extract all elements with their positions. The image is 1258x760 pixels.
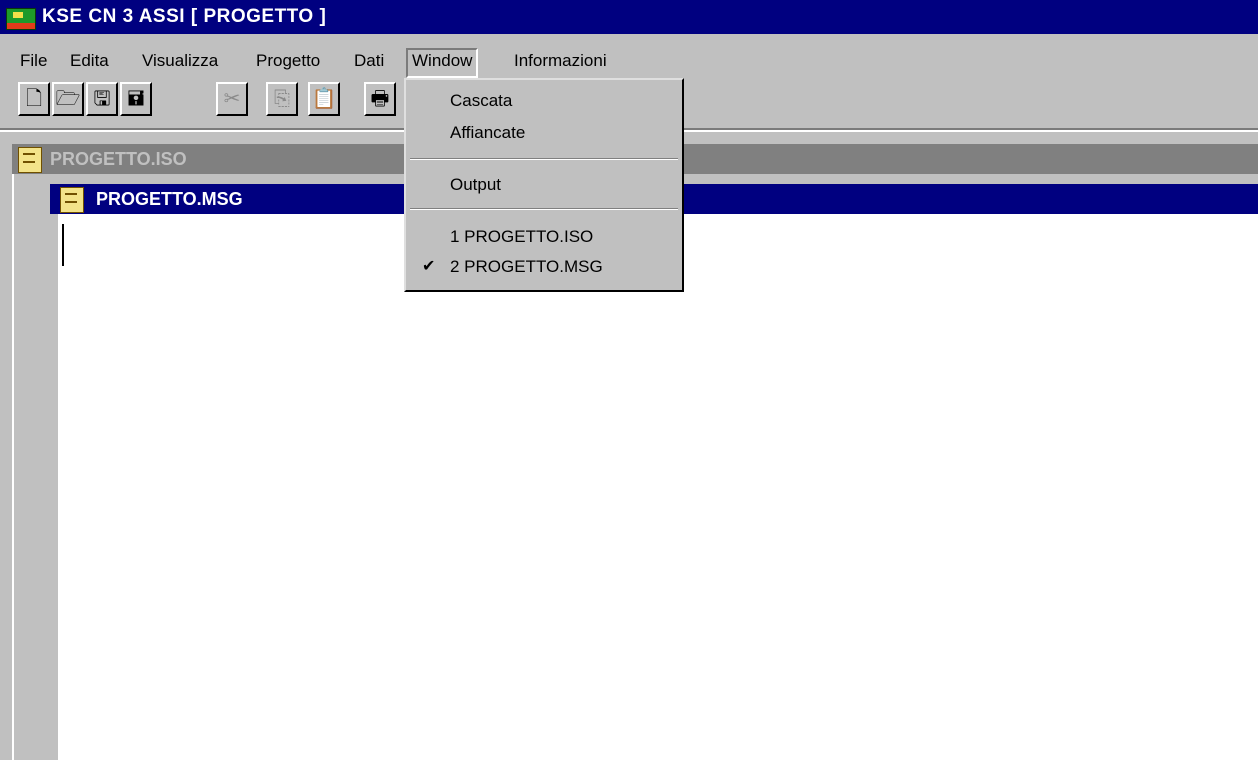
menu-visualizza[interactable]: Visualizza	[138, 48, 222, 74]
copy-icon: ⎘	[274, 88, 290, 110]
save-button[interactable]: 🖫	[86, 82, 118, 116]
menu-window[interactable]: Window	[406, 48, 479, 78]
iso-window-border	[12, 174, 14, 760]
menu-item-label: Cascata	[450, 91, 513, 110]
menu-separator	[410, 208, 678, 210]
new-document-icon: 🗋	[25, 88, 43, 110]
paste-button[interactable]: 📋	[308, 82, 340, 116]
open-folder-icon: 🗁	[55, 88, 81, 110]
menu-edita[interactable]: Edita	[66, 48, 113, 74]
menu-informazioni[interactable]: Informazioni	[510, 48, 611, 74]
print-icon: 🖶	[370, 88, 390, 110]
menu-item-output[interactable]: Output	[406, 170, 682, 200]
app-icon[interactable]	[6, 8, 36, 30]
msg-window-border	[50, 214, 58, 760]
print-button[interactable]: 🖶	[364, 82, 396, 116]
menu-item-cascata[interactable]: Cascata	[406, 86, 682, 116]
save-all-icon: 🖬	[127, 88, 145, 110]
menu-item-window-1[interactable]: 1 PROGETTO.ISO	[406, 222, 682, 252]
new-document-button[interactable]: 🗋	[18, 82, 50, 116]
window-menu-dropdown: Cascata Affiancate Output 1 PROGETTO.ISO…	[404, 78, 684, 292]
menu-item-label: 2 PROGETTO.MSG	[450, 257, 603, 276]
iso-window-title: PROGETTO.ISO	[50, 149, 187, 169]
menu-item-window-2[interactable]: ✔ 2 PROGETTO.MSG	[406, 252, 682, 282]
cut-button[interactable]: ✂	[216, 82, 248, 116]
document-icon[interactable]	[18, 147, 42, 173]
copy-button[interactable]: ⎘	[266, 82, 298, 116]
open-button[interactable]: 🗁	[52, 82, 84, 116]
menu-item-label: 1 PROGETTO.ISO	[450, 227, 594, 246]
checkmark-icon: ✔	[422, 258, 436, 275]
save-all-button[interactable]: 🖬	[120, 82, 152, 116]
menu-separator	[410, 158, 678, 160]
cut-icon: ✂	[223, 88, 241, 110]
menu-item-affiancate[interactable]: Affiancate	[406, 118, 682, 148]
document-icon[interactable]	[60, 187, 84, 213]
menu-dati[interactable]: Dati	[350, 48, 388, 74]
menu-progetto[interactable]: Progetto	[252, 48, 324, 74]
text-caret	[62, 224, 64, 266]
paste-icon: 📋	[311, 88, 337, 110]
menu-bar: File Edita Visualizza Progetto Dati Wind…	[0, 44, 1258, 78]
menu-file[interactable]: File	[16, 48, 51, 74]
msg-window-title: PROGETTO.MSG	[96, 189, 243, 209]
menu-item-label: Affiancate	[450, 123, 526, 142]
save-icon: 🖫	[93, 88, 111, 110]
window-title: KSE CN 3 ASSI [ PROGETTO ]	[42, 6, 327, 27]
title-bar: KSE CN 3 ASSI [ PROGETTO ]	[0, 0, 1258, 34]
menu-item-label: Output	[450, 175, 502, 194]
